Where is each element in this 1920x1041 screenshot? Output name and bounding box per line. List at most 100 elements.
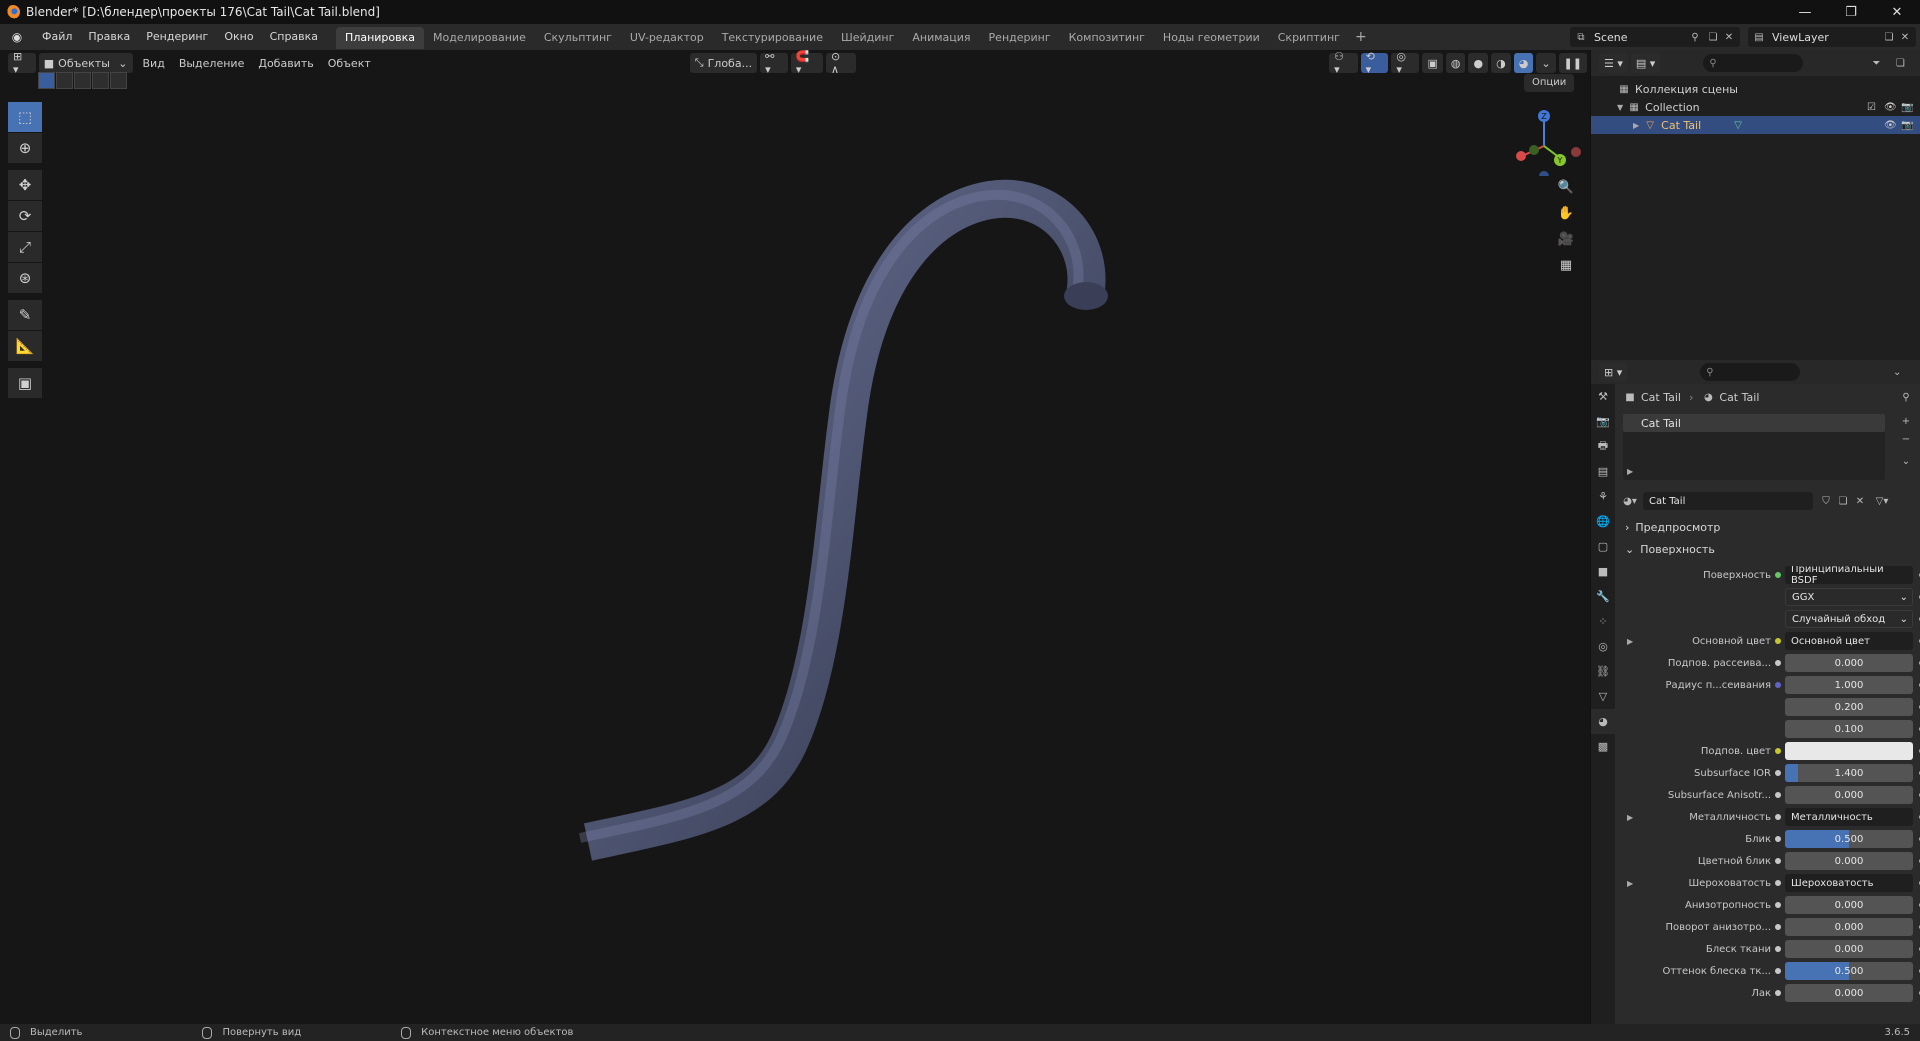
viewport-menu-item[interactable]: Объект [321, 57, 378, 70]
socket-dot-icon[interactable] [1775, 792, 1781, 798]
property-field[interactable]: Принципиальный BSDF [1785, 566, 1913, 584]
pan-hand-icon[interactable]: ✋ [1554, 200, 1578, 226]
blender-menu-icon[interactable]: ◉ [6, 28, 28, 46]
cursor-tool-icon[interactable]: ⊕ [8, 133, 42, 163]
outliner-search-input[interactable]: ⚲ [1703, 54, 1804, 72]
pause-render-button[interactable]: ❚❚ [1558, 53, 1587, 73]
workspace-tab[interactable]: Планировка [336, 27, 425, 49]
shading-wireframe-button[interactable]: ◍ [1445, 53, 1466, 73]
expand-socket-icon[interactable]: ▶ [1627, 813, 1633, 822]
visibility-button[interactable]: ⚇ ▾ [1329, 50, 1358, 76]
workspace-tab[interactable]: Ноды геометрии [1154, 27, 1269, 49]
proportional-edit-button[interactable]: ⊙ ∧ [825, 50, 857, 76]
property-dropdown[interactable]: GGX ⌄ [1785, 588, 1913, 606]
socket-dot-icon[interactable] [1775, 946, 1781, 952]
cat-tail-object[interactable] [0, 50, 1590, 1024]
unlink-material-icon[interactable]: ✕ [1853, 494, 1867, 508]
tool-tab-icon[interactable]: ⚒ [1591, 384, 1615, 409]
exclude-checkbox-icon[interactable]: ☑ [1867, 102, 1876, 113]
snap-button[interactable]: 🧲 ▾ [790, 50, 823, 76]
transform-orientation-dropdown[interactable]: ⤡ Глоба... [689, 53, 758, 73]
scene-tab-icon[interactable]: ⚘ [1591, 484, 1615, 509]
measure-tool-icon[interactable]: 📐 [8, 331, 42, 361]
scale-tool-icon[interactable]: ⤢ [8, 232, 42, 262]
expand-socket-icon[interactable]: ▶ [1627, 879, 1633, 888]
material-slot[interactable]: Cat Tail [1623, 414, 1885, 432]
workspace-tab[interactable]: UV-редактор [621, 27, 713, 49]
shading-options-button[interactable]: ⌄ [1536, 53, 1556, 73]
render-tab-icon[interactable]: 📷 [1591, 409, 1615, 434]
tail-tip[interactable] [1064, 282, 1108, 310]
menu-item[interactable]: Файл [34, 24, 80, 50]
world-tab-icon[interactable]: 🌐 [1591, 509, 1615, 534]
property-field[interactable]: 0.000 [1785, 984, 1913, 1002]
expand-object-icon[interactable]: ▶ [1633, 121, 1639, 130]
camera-icon[interactable]: 🎥 [1554, 226, 1578, 252]
select-extend-icon[interactable] [56, 72, 73, 89]
workspace-tab[interactable]: Шейдинг [832, 27, 903, 49]
property-field[interactable]: 0.000 [1785, 896, 1913, 914]
neg-z-axis-icon[interactable] [1539, 171, 1549, 176]
menu-item[interactable]: Рендеринг [138, 24, 216, 50]
socket-dot-icon[interactable] [1775, 814, 1781, 820]
property-field[interactable]: 0.500 [1785, 962, 1913, 980]
workspace-tab[interactable]: Анимация [903, 27, 979, 49]
property-field[interactable]: 0.200 [1785, 698, 1913, 716]
select-invert-icon[interactable] [92, 72, 109, 89]
navigation-gizmo[interactable]: Z Y [1504, 96, 1584, 176]
modifier-tab-icon[interactable]: 🔧 [1591, 584, 1615, 609]
pin-icon[interactable]: ⚲ [1688, 30, 1702, 44]
add-slot-icon[interactable]: + [1899, 414, 1913, 428]
mode-dropdown[interactable]: ■ Объекты ⌄ [38, 53, 133, 73]
viewport-menu-item[interactable]: Выделение [172, 57, 252, 70]
object-tab-icon[interactable]: ■ [1591, 559, 1615, 584]
close-icon[interactable]: ✕ [1874, 0, 1920, 24]
property-field[interactable]: 0.000 [1785, 918, 1913, 936]
property-field[interactable]: 0.000 [1785, 786, 1913, 804]
material-slot-list[interactable]: Cat Tail ▶ [1623, 414, 1885, 480]
menu-item[interactable]: Правка [80, 24, 138, 50]
color-swatch[interactable] [1785, 742, 1913, 760]
workspace-tab[interactable]: Композитинг [1060, 27, 1154, 49]
data-tab-icon[interactable]: ▽ [1591, 684, 1615, 709]
material-name-field[interactable]: Cat Tail [1643, 492, 1813, 510]
neg-y-axis-icon[interactable] [1529, 145, 1539, 155]
property-field[interactable]: 1.000 [1785, 676, 1913, 694]
property-field[interactable]: Основной цвет [1785, 632, 1913, 650]
visibility-eye-icon[interactable]: 👁 [1884, 102, 1897, 113]
add-workspace-button[interactable]: + [1355, 29, 1367, 45]
expand-socket-icon[interactable]: ▶ [1627, 637, 1633, 646]
property-dropdown[interactable]: Случайный обход ⌄ [1785, 610, 1913, 628]
workspace-tab[interactable]: Скульптинг [535, 27, 621, 49]
shading-rendered-button[interactable]: ◕ [1513, 53, 1534, 73]
tree-row-scene-collection[interactable]: ▦ Коллекция сцены [1591, 80, 1920, 98]
workspace-tab[interactable]: Рендеринг [980, 27, 1060, 49]
fake-user-shield-icon[interactable]: ⛉ [1819, 494, 1833, 508]
constraints-tab-icon[interactable]: ⛓ [1591, 659, 1615, 684]
editor-type-button[interactable]: ⊞ ▾ [8, 50, 36, 76]
socket-dot-icon[interactable] [1775, 924, 1781, 930]
move-tool-icon[interactable]: ✥ [8, 170, 42, 200]
view-layer-selector[interactable]: ▤ ViewLayer ❏ ✕ [1748, 27, 1916, 47]
shading-material-button[interactable]: ◑ [1491, 53, 1511, 73]
workspace-tab[interactable]: Текстурирование [713, 27, 832, 49]
scene-selector[interactable]: ⧉ Scene ⚲ ❏ ✕ [1570, 27, 1740, 47]
add-cube-tool-icon[interactable]: ▣ [8, 368, 42, 398]
maximize-icon[interactable]: ❐ [1828, 0, 1874, 24]
property-field[interactable]: 0.000 [1785, 654, 1913, 672]
menu-item[interactable]: Окно [216, 24, 261, 50]
output-tab-icon[interactable]: 🖶 [1591, 434, 1615, 459]
delete-layer-icon[interactable]: ✕ [1898, 30, 1912, 44]
gizmo-toggle-button[interactable]: ⟲ ▾ [1360, 50, 1389, 76]
view-layer-tab-icon[interactable]: ▤ [1591, 459, 1615, 484]
socket-dot-icon[interactable] [1775, 660, 1781, 666]
material-link-icon[interactable]: ▽▾ [1875, 494, 1889, 508]
property-field[interactable]: 0.000 [1785, 940, 1913, 958]
object-render-camera-icon[interactable]: 📷 [1901, 120, 1913, 131]
transform-tool-icon[interactable]: ⊛ [8, 263, 42, 293]
properties-options-chevron-icon[interactable]: ⌄ [1890, 365, 1904, 379]
new-collection-icon[interactable]: ❏ [1893, 56, 1907, 70]
workspace-tab[interactable]: Скриптинг [1269, 27, 1349, 49]
pin-icon[interactable]: ⚲ [1899, 390, 1913, 404]
particles-tab-icon[interactable]: ⁘ [1591, 609, 1615, 634]
